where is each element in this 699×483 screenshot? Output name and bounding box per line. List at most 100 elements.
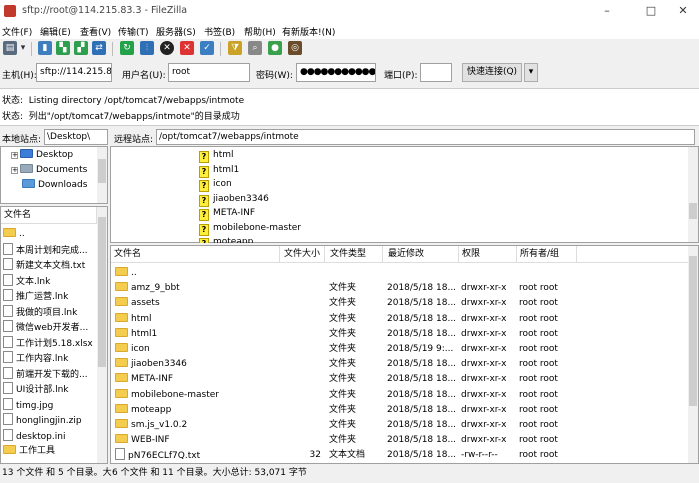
file-name: 文本.lnk (16, 276, 51, 287)
table-row[interactable]: jiaoben3346 文件夹 2018/5/18 18... drwxr-xr-x r… (111, 357, 687, 372)
reconnect-icon[interactable]: ✓ (200, 41, 214, 55)
list-item[interactable]: 本周计划和完成... (3, 242, 95, 258)
list-item[interactable]: 新建文本文档.txt (3, 258, 95, 273)
tree-item-downloads[interactable]: Downloads (22, 178, 87, 192)
find-files-icon[interactable]: ◎ (288, 41, 302, 55)
table-row[interactable]: META-INF 文件夹 2018/5/18 18... drwxr-xr-x root… (111, 372, 687, 387)
tree-item[interactable]: ? html (199, 148, 234, 163)
list-item[interactable]: .. (3, 227, 95, 242)
table-row[interactable]: html 文件夹 2018/5/18 18... drwxr-xr-x root roo… (111, 312, 687, 327)
toggle-log-icon[interactable]: ▮ (38, 41, 52, 55)
list-item[interactable]: 我做的项目.lnk (3, 304, 95, 320)
process-queue-icon[interactable]: ⫶ (140, 41, 154, 55)
tree-item[interactable]: ? mobilebone-master (199, 221, 301, 236)
list-item[interactable]: honglingjin.zip (3, 413, 95, 428)
tree-item[interactable]: ? META-INF (199, 206, 255, 221)
local-column-name[interactable]: 文件名 (1, 207, 97, 224)
list-item[interactable]: timg.jpg (3, 397, 95, 413)
remote-column-name[interactable]: 文件名 (111, 246, 280, 263)
tree-item-documents[interactable]: + Documents (11, 163, 87, 177)
quickconnect-button[interactable]: 快速连接(Q) (462, 63, 522, 82)
remote-list-scrollbar[interactable] (688, 246, 698, 463)
table-row[interactable]: moteapp 文件夹 2018/5/18 18... drwxr-xr-x root … (111, 403, 687, 418)
close-button[interactable]: ✕ (668, 2, 698, 20)
site-manager-dropdown-icon[interactable]: ▾ (19, 41, 27, 55)
list-item[interactable]: 微信web开发者... (3, 320, 95, 335)
tree-item[interactable]: ?moteapp (199, 235, 253, 243)
username-input[interactable]: root (168, 63, 250, 82)
file-type: 文件夹 (329, 283, 357, 294)
remote-column-modified[interactable]: 最近修改 (385, 246, 459, 263)
tree-item[interactable]: ? icon (199, 177, 232, 192)
toggle-queue-icon[interactable]: ⇄ (92, 41, 106, 55)
file-permissions: drwxr-xr-x (461, 328, 507, 339)
table-row[interactable]: mobilebone-master 文件夹 2018/5/18 18... drwxr… (111, 388, 687, 403)
remote-column-size[interactable]: 文件大小 (281, 246, 325, 263)
minimize-button[interactable]: – (592, 2, 622, 20)
folder-icon (3, 445, 16, 454)
menu-edit[interactable]: 编辑(E) (40, 25, 71, 38)
username-label: 用户名(U): (122, 71, 166, 81)
file-owner: root root (519, 420, 558, 430)
file-permissions: drwxr-xr-x (461, 389, 507, 400)
port-input[interactable] (420, 63, 452, 82)
menu-bookmarks[interactable]: 书签(B) (204, 25, 235, 38)
file-icon (3, 242, 13, 255)
table-row[interactable]: pN76ECLf7Q.txt 32 文本文档 2018/5/18 18... -rw-r… (111, 448, 687, 463)
list-item[interactable]: 工作工具 (3, 444, 95, 459)
list-item[interactable]: 工作内容.lnk (3, 351, 95, 366)
file-icon (3, 258, 13, 270)
file-icon (3, 273, 13, 286)
filter-icon[interactable]: ⧩ (228, 41, 242, 55)
table-row[interactable]: assets 文件夹 2018/5/18 18... drwxr-xr-x root r… (111, 296, 687, 311)
table-row[interactable]: WEB-INF 文件夹 2018/5/18 18... drwxr-xr-x root … (111, 433, 687, 448)
toggle-local-tree-icon[interactable]: ▚ (56, 41, 70, 55)
list-item[interactable]: 前端开发下载的... (3, 366, 95, 382)
list-item[interactable]: desktop.ini (3, 428, 95, 444)
remote-path-input[interactable]: /opt/tomcat7/webapps/intmote (156, 129, 695, 145)
remote-tree-scrollbar[interactable] (688, 147, 698, 242)
file-icon (3, 413, 13, 425)
remote-column-owner[interactable]: 所有者/组 (517, 246, 577, 263)
local-list-scrollbar[interactable] (97, 207, 107, 463)
disconnect-icon[interactable]: ✕ (180, 41, 194, 55)
quickconnect-dropdown-icon[interactable]: ▾ (524, 63, 538, 82)
menu-new-version[interactable]: 有新版本!(N) (282, 25, 335, 38)
list-item[interactable]: 推广运营.lnk (3, 289, 95, 304)
password-input[interactable]: ●●●●●●●●●●● (296, 63, 376, 82)
file-name: .. (19, 229, 25, 239)
refresh-icon[interactable]: ↻ (120, 41, 134, 55)
host-input[interactable]: sftp://114.215.83. (36, 63, 112, 82)
menu-file[interactable]: 文件(F) (2, 25, 32, 38)
site-manager-icon[interactable]: ▤ (3, 41, 17, 55)
remote-column-type[interactable]: 文件类型 (327, 246, 383, 263)
remote-column-permissions[interactable]: 权限 (459, 246, 517, 263)
menu-view[interactable]: 查看(V) (80, 25, 111, 38)
table-row[interactable]: icon 文件夹 2018/5/19 9:... drwxr-xr-x root roo… (111, 342, 687, 357)
cancel-icon[interactable]: ✕ (160, 41, 174, 55)
compare-dirs-icon[interactable]: ⌕ (248, 41, 262, 55)
list-item[interactable]: UI设计部.lnk (3, 382, 95, 397)
menu-server[interactable]: 服务器(S) (156, 25, 196, 38)
toggle-remote-tree-icon[interactable]: ▞ (74, 41, 88, 55)
unknown-folder-icon: ? (199, 180, 209, 192)
menu-help[interactable]: 帮助(H) (244, 25, 276, 38)
local-path-input[interactable]: \Desktop\ (44, 129, 108, 145)
table-row[interactable]: html1 文件夹 2018/5/18 18... drwxr-xr-x root ro… (111, 327, 687, 342)
tree-item[interactable]: ? jiaoben3346 (199, 192, 269, 207)
table-row[interactable]: amz_9_bbt 文件夹 2018/5/18 18... drwxr-xr-x roo… (111, 281, 687, 296)
file-modified: 2018/5/18 18... (387, 404, 457, 415)
table-row[interactable]: .. (111, 266, 687, 281)
tree-item-desktop[interactable]: + Desktop (11, 148, 73, 162)
local-tree-scrollbar[interactable] (97, 147, 107, 203)
list-item[interactable]: 工作计划5.18.xlsx (3, 335, 95, 351)
sync-browse-icon[interactable]: ● (268, 41, 282, 55)
maximize-button[interactable]: □ (636, 2, 666, 20)
menu-transfer[interactable]: 传输(T) (118, 25, 149, 38)
table-row[interactable]: sm.js_v1.0.2 文件夹 2018/5/18 18... drwxr-xr-x… (111, 418, 687, 433)
list-item[interactable]: 文本.lnk (3, 273, 95, 289)
folder-icon (115, 327, 128, 337)
file-name: UI设计部.lnk (16, 385, 69, 395)
local-status: 13 个文件 和 5 个目录。大 (2, 468, 112, 478)
tree-item[interactable]: ? html1 (199, 163, 239, 178)
